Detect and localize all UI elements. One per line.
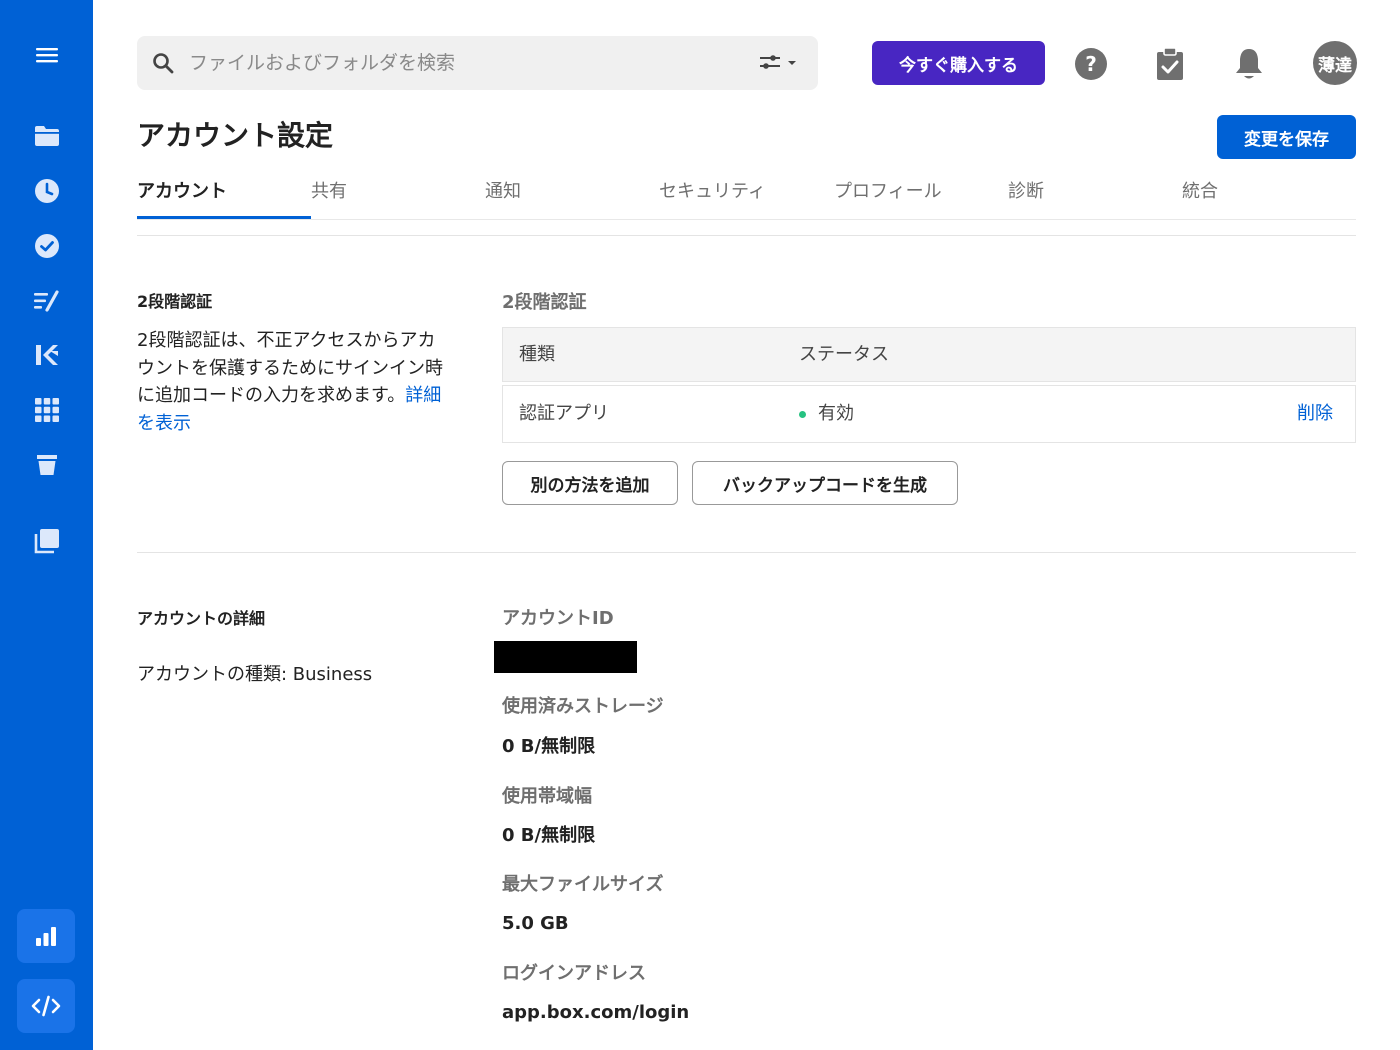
account-details-section-title: アカウントの詳細: [137, 609, 266, 628]
tab-notifications[interactable]: 通知: [485, 178, 521, 206]
svg-text:?: ?: [1085, 52, 1097, 76]
search-bar: [137, 36, 818, 90]
tab-profile[interactable]: プロフィール: [834, 178, 942, 206]
storage-label: 使用済みストレージ: [502, 696, 664, 717]
avatar[interactable]: 薄達: [1313, 41, 1357, 85]
section-divider: [137, 552, 1356, 553]
storage-value: 0 B/無制限: [502, 736, 596, 757]
login-address-value: app.box.com/login: [502, 1002, 690, 1023]
notifications-bell-icon[interactable]: [1229, 44, 1269, 84]
section-divider: [137, 235, 1356, 236]
developer-code-icon[interactable]: [17, 979, 75, 1033]
delete-method-link[interactable]: 削除: [1297, 401, 1333, 427]
max-file-size-value: 5.0 GB: [502, 913, 569, 934]
search-input[interactable]: [189, 46, 729, 80]
column-header-status: ステータス: [799, 344, 889, 365]
status-dot-icon: [799, 411, 806, 418]
bandwidth-label: 使用帯域幅: [502, 786, 592, 807]
check-circle-icon[interactable]: [0, 224, 93, 268]
analytics-icon[interactable]: [17, 909, 75, 963]
page-title: アカウント設定: [137, 119, 334, 152]
clock-icon[interactable]: [0, 169, 93, 213]
menu-icon[interactable]: [0, 33, 93, 77]
login-address-label: ログインアドレス: [502, 963, 646, 984]
tab-sharing[interactable]: 共有: [311, 178, 347, 206]
table-header: 種類 ステータス: [502, 327, 1356, 382]
account-id-label: アカウントID: [502, 608, 614, 629]
filter-icon[interactable]: [758, 50, 804, 76]
search-icon: [151, 51, 175, 79]
buy-now-button[interactable]: 今すぐ購入する: [872, 41, 1045, 85]
bandwidth-value: 0 B/無制限: [502, 825, 596, 846]
method-status: 有効: [818, 403, 854, 424]
table-row: 認証アプリ 有効 削除: [502, 385, 1356, 443]
help-icon[interactable]: ?: [1071, 44, 1111, 84]
trash-icon[interactable]: [0, 443, 93, 487]
tab-integrations[interactable]: 統合: [1182, 178, 1218, 206]
tasks-clipboard-icon[interactable]: [1150, 44, 1190, 84]
two-factor-description: 2段階認証は、不正アクセスからアカウントを保護するためにサインイン時に追加コード…: [137, 327, 447, 437]
add-method-button[interactable]: 別の方法を追加: [502, 461, 678, 505]
two-factor-description-text: 2段階認証は、不正アクセスからアカウントを保護するためにサインイン時に追加コード…: [137, 330, 443, 406]
sidebar: [0, 0, 93, 1050]
tabs-divider: [137, 219, 1356, 220]
save-changes-button[interactable]: 変更を保存: [1217, 115, 1356, 159]
tab-security[interactable]: セキュリティ: [659, 178, 766, 206]
generate-backup-codes-button[interactable]: バックアップコードを生成: [692, 461, 958, 505]
two-factor-section-title: 2段階認証: [137, 292, 213, 311]
column-header-type: 種類: [519, 344, 555, 365]
tab-account[interactable]: アカウント: [137, 178, 227, 206]
relay-icon[interactable]: [0, 333, 93, 377]
account-type: アカウントの種類: Business: [137, 664, 373, 685]
apps-grid-icon[interactable]: [0, 388, 93, 432]
max-file-size-label: 最大ファイルサイズ: [502, 874, 664, 895]
tab-diagnostics[interactable]: 診断: [1008, 178, 1044, 206]
folder-icon[interactable]: [0, 114, 93, 158]
method-type: 認証アプリ: [519, 403, 609, 424]
notes-icon[interactable]: [0, 279, 93, 323]
two-factor-panel-title: 2段階認証: [502, 292, 587, 313]
collections-icon[interactable]: [0, 519, 93, 563]
account-id-redacted: [494, 641, 637, 673]
